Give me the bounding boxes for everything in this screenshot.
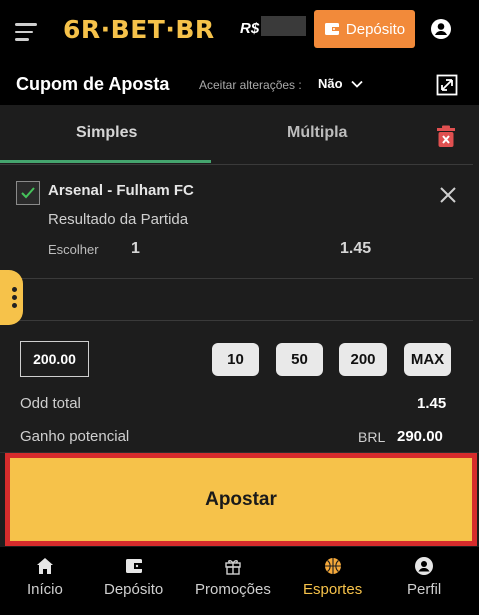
nav-label: Perfil (407, 581, 442, 598)
basketball-icon (324, 558, 341, 574)
selection-checkbox[interactable] (16, 181, 40, 205)
deposit-button-label: Depósito (345, 20, 406, 38)
bottom-navigation: Início Depósito Promoções Esportes Perfi… (0, 547, 479, 615)
trash-icon[interactable] (437, 125, 455, 147)
nav-label: Esportes (303, 581, 363, 598)
tab-multipla[interactable]: Múltipla (287, 124, 347, 142)
gift-icon (225, 560, 241, 575)
accept-changes-label: Aceitar alterações : (199, 78, 302, 92)
wallet-icon (324, 23, 339, 35)
odd-total-label: Odd total (20, 395, 81, 412)
coupon-header: Cupom de Aposta Aceitar alterações : Não (0, 65, 479, 105)
bet-selection-card: Arsenal - Fulham FC Resultado da Partida… (0, 164, 473, 279)
place-bet-button[interactable]: Apostar (10, 458, 472, 541)
checkmark-icon (21, 187, 35, 199)
deposit-button[interactable]: Depósito (314, 10, 415, 48)
potential-gain-label: Ganho potencial (20, 428, 130, 445)
user-icon (415, 557, 434, 575)
nav-label: Promoções (195, 581, 271, 598)
quick-stake-200[interactable]: 200 (339, 343, 387, 376)
quick-stake-50[interactable]: 50 (276, 343, 323, 376)
selection-odd: 1.45 (340, 240, 372, 257)
nav-item-perfil[interactable]: Perfil (407, 557, 441, 598)
active-tab-indicator (0, 160, 211, 163)
odd-total-value: 1.45 (417, 395, 447, 412)
close-icon[interactable] (439, 186, 457, 204)
quick-stake-10[interactable]: 10 (212, 343, 259, 376)
user-icon[interactable] (431, 19, 451, 39)
market-name: Resultado da Partida (48, 211, 189, 228)
balance-hidden-value (261, 16, 306, 36)
dot-icon (11, 295, 17, 300)
card-footer-area (0, 280, 473, 321)
expand-icon[interactable] (436, 74, 458, 96)
nav-item-deposito[interactable]: Depósito (104, 557, 163, 598)
stake-input[interactable]: 200.00 (20, 341, 89, 377)
accept-changes-select[interactable]: Não (318, 76, 343, 91)
pick-value: 1 (131, 240, 140, 257)
nav-item-promocoes[interactable]: Promoções (195, 557, 271, 598)
side-drawer-handle[interactable] (0, 270, 23, 325)
match-name: Arsenal - Fulham FC (48, 182, 194, 199)
dot-icon (11, 303, 17, 308)
brand-logo[interactable]: 6R·BET·BR (63, 15, 215, 44)
tab-simples[interactable]: Simples (76, 124, 137, 142)
quick-stake-max[interactable]: MAX (404, 343, 451, 376)
top-bar: 6R·BET·BR R$ Depósito (0, 0, 479, 65)
balance-currency: R$ (240, 20, 260, 37)
bet-type-tabs: Simples Múltipla (0, 105, 479, 163)
potential-gain-currency: BRL (358, 429, 386, 445)
chevron-down-icon[interactable] (350, 77, 364, 91)
pick-label: Escolher (48, 242, 99, 257)
home-icon (36, 558, 53, 574)
potential-gain-value: 290.00 (397, 428, 443, 445)
nav-item-inicio[interactable]: Início (27, 557, 63, 598)
nav-label: Depósito (104, 581, 164, 598)
dot-icon (11, 287, 17, 292)
menu-icon[interactable] (15, 23, 37, 41)
nav-item-esportes[interactable]: Esportes (303, 557, 362, 598)
coupon-title: Cupom de Aposta (16, 74, 170, 94)
wallet-icon (125, 559, 142, 573)
nav-label: Início (27, 581, 63, 598)
